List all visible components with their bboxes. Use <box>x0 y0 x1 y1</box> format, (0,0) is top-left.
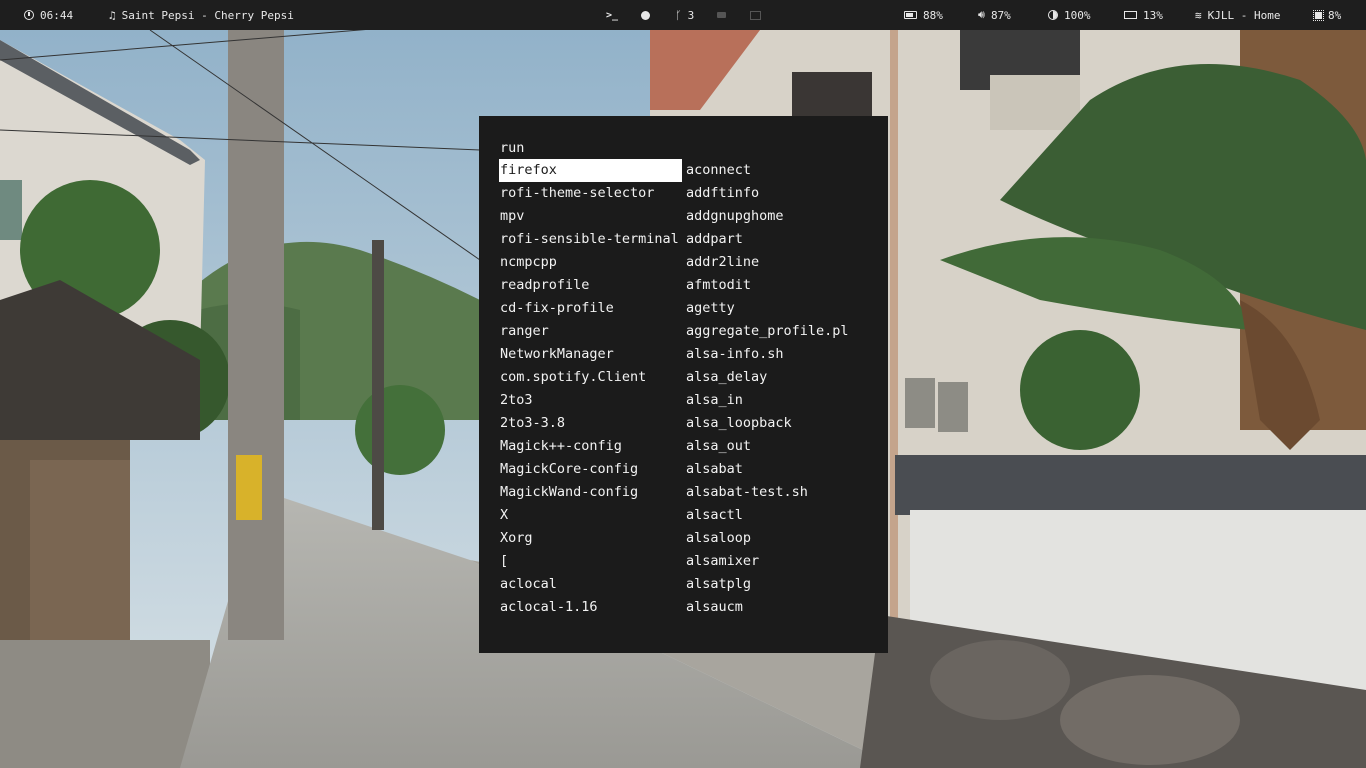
terminal-icon: >_ <box>606 9 619 21</box>
launcher-entry[interactable]: addftinfo <box>685 182 875 205</box>
wifi-module[interactable]: ≋ KJLL - Home <box>1195 0 1280 30</box>
battery-module[interactable]: 88% <box>904 0 943 30</box>
memory-icon <box>1124 11 1137 19</box>
battery-icon <box>904 11 917 19</box>
top-status-bar: 06:44 ♫ Saint Pepsi - Cherry Pepsi >_ ᚴ … <box>0 0 1366 30</box>
wifi-icon: ≋ <box>1195 8 1202 22</box>
music-module[interactable]: ♫ Saint Pepsi - Cherry Pepsi <box>109 0 294 30</box>
launcher-entry[interactable]: ncmpcpp <box>499 251 682 274</box>
launcher-entry[interactable]: X <box>499 504 682 527</box>
launcher-entry[interactable]: alsatplg <box>685 573 875 596</box>
volume-text: 87% <box>990 8 1011 22</box>
launcher-entry[interactable]: Magick++-config <box>499 435 682 458</box>
memory-text: 13% <box>1143 8 1163 22</box>
wifi-text: KJLL - Home <box>1207 8 1281 22</box>
launcher-entry[interactable]: addr2line <box>685 251 875 274</box>
launcher-entry[interactable]: alsa_delay <box>685 366 875 389</box>
launcher-entry[interactable]: rofi-sensible-terminal <box>499 228 682 251</box>
launcher-entry[interactable]: aclocal-1.16 <box>499 596 682 619</box>
launcher-entry[interactable]: addgnupghome <box>685 205 875 228</box>
music-text: Saint Pepsi - Cherry Pepsi <box>121 8 294 22</box>
launcher-entry[interactable]: alsa_in <box>685 389 875 412</box>
clock-module[interactable]: 06:44 <box>24 0 73 30</box>
workspace-4[interactable] <box>717 0 726 30</box>
launcher-entry[interactable]: addpart <box>685 228 875 251</box>
launcher-entry[interactable]: cd-fix-profile <box>499 297 682 320</box>
launcher-entry[interactable]: alsa_loopback <box>685 412 875 435</box>
launcher-entry[interactable]: alsa-info.sh <box>685 343 875 366</box>
rofi-launcher[interactable]: run firefox rofi-theme-selector mpv rofi-se… <box>479 116 888 653</box>
workspace-5[interactable] <box>750 0 761 30</box>
browser-icon <box>641 10 650 20</box>
workspace-2[interactable] <box>641 0 650 30</box>
git-branch-icon: ᚴ <box>675 8 682 22</box>
memory-module[interactable]: 13% <box>1124 0 1163 30</box>
launcher-entry[interactable]: 2to3-3.8 <box>499 412 682 435</box>
launcher-entry[interactable]: com.spotify.Client <box>499 366 682 389</box>
launcher-entry[interactable]: NetworkManager <box>499 343 682 366</box>
volume-module[interactable]: 🔊︎ 87% <box>978 0 1011 30</box>
launcher-entry[interactable]: alsamixer <box>685 550 875 573</box>
battery-text: 88% <box>923 8 943 22</box>
launcher-entry[interactable]: rofi-theme-selector <box>499 182 682 205</box>
clock-icon <box>24 10 34 20</box>
launcher-entry[interactable]: firefox <box>499 159 682 182</box>
workspace-1[interactable]: >_ <box>606 0 618 30</box>
launcher-entry[interactable]: aggregate_profile.pl <box>685 320 875 343</box>
launcher-entry[interactable]: Xorg <box>499 527 682 550</box>
launcher-entry[interactable]: readprofile <box>499 274 682 297</box>
launcher-entry[interactable]: alsabat-test.sh <box>685 481 875 504</box>
launcher-entry[interactable]: alsactl <box>685 504 875 527</box>
brightness-text: 100% <box>1064 8 1091 22</box>
brightness-icon <box>1048 10 1058 20</box>
launcher-entry[interactable]: alsabat <box>685 458 875 481</box>
launcher-entry[interactable]: mpv <box>499 205 682 228</box>
workspace-3[interactable]: ᚴ 3 <box>675 0 694 30</box>
folder-icon <box>717 12 726 18</box>
launcher-entry[interactable]: [ <box>499 550 682 573</box>
cpu-icon <box>1313 9 1324 21</box>
cpu-text: 8% <box>1328 8 1342 22</box>
speaker-icon: 🔊︎ <box>978 8 985 21</box>
launcher-entry[interactable]: alsaloop <box>685 527 875 550</box>
launcher-entry[interactable]: aclocal <box>499 573 682 596</box>
launcher-entry[interactable]: MagickCore-config <box>499 458 682 481</box>
workspace-3-label: 3 <box>687 8 695 22</box>
launcher-entry[interactable]: agetty <box>685 297 875 320</box>
launcher-right-column: aconnect addftinfo addgnupghome addpart addr… <box>685 159 875 619</box>
launcher-left-column: firefox rofi-theme-selector mpv rofi-sensib… <box>499 159 682 619</box>
launcher-entry[interactable]: 2to3 <box>499 389 682 412</box>
launcher-entry[interactable]: aconnect <box>685 159 875 182</box>
launcher-prompt: run <box>500 140 525 156</box>
clock-text: 06:44 <box>40 8 74 22</box>
music-note-icon: ♫ <box>109 8 116 22</box>
launcher-entry[interactable]: MagickWand-config <box>499 481 682 504</box>
launcher-entry[interactable]: afmtodit <box>685 274 875 297</box>
brightness-module[interactable]: 100% <box>1048 0 1091 30</box>
launcher-entry[interactable]: alsaucm <box>685 596 875 619</box>
cpu-module[interactable]: 8% <box>1313 0 1342 30</box>
launcher-entry[interactable]: ranger <box>499 320 682 343</box>
launcher-entry[interactable]: alsa_out <box>685 435 875 458</box>
media-icon <box>750 10 761 20</box>
